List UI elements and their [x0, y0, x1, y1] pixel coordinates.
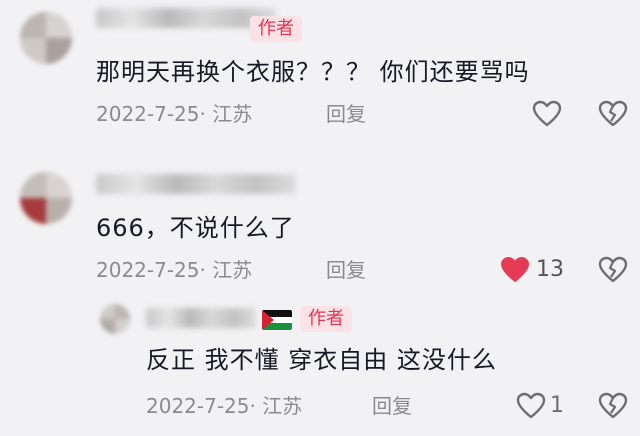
- author-tag: 作者: [300, 306, 352, 332]
- username-redacted[interactable]: [96, 174, 296, 194]
- region: · 江苏: [199, 102, 253, 126]
- comment-date: 2022-7-25· 江苏: [146, 392, 302, 420]
- comment-text: 666，不说什么了: [96, 214, 295, 242]
- comment-item: 666，不说什么了 2022-7-25· 江苏 回复 13: [0, 150, 640, 300]
- username-redacted[interactable]: [146, 308, 256, 328]
- palestine-flag-icon: [262, 310, 292, 330]
- avatar[interactable]: [100, 304, 130, 334]
- avatar[interactable]: [20, 172, 72, 224]
- comment-text: 那明天再换个衣服？？？ 你们还要骂吗: [96, 58, 530, 86]
- like-count: 13: [536, 257, 564, 282]
- reply-button[interactable]: 回复: [372, 392, 412, 420]
- reply-button[interactable]: 回复: [326, 256, 366, 284]
- reply-button[interactable]: 回复: [326, 100, 366, 128]
- author-tag: 作者: [250, 16, 302, 42]
- comment-item: 作者 那明天再换个衣服？？？ 你们还要骂吗 2022-7-25· 江苏 回复: [0, 0, 640, 150]
- region: · 江苏: [249, 394, 303, 418]
- comment-text: 反正 我不懂 穿衣自由 这没什么: [146, 346, 497, 374]
- region: · 江苏: [199, 258, 253, 282]
- heart-outline-icon[interactable]: [516, 392, 546, 420]
- heart-outline-icon[interactable]: [532, 100, 562, 128]
- avatar[interactable]: [20, 12, 72, 64]
- heart-filled-icon[interactable]: [500, 256, 530, 284]
- username-redacted[interactable]: [96, 8, 276, 28]
- broken-heart-icon[interactable]: [598, 100, 628, 128]
- reply-item: 作者 反正 我不懂 穿衣自由 这没什么 2022-7-25· 江苏 回复 1: [0, 300, 640, 436]
- like-count: 1: [550, 393, 564, 418]
- comment-date: 2022-7-25· 江苏: [96, 256, 252, 284]
- date: 2022-7-25: [96, 102, 200, 126]
- date: 2022-7-25: [96, 258, 200, 282]
- date: 2022-7-25: [146, 394, 250, 418]
- comment-list: 作者 那明天再换个衣服？？？ 你们还要骂吗 2022-7-25· 江苏 回复 6…: [0, 0, 640, 436]
- broken-heart-icon[interactable]: [598, 392, 628, 420]
- broken-heart-icon[interactable]: [598, 256, 628, 284]
- comment-date: 2022-7-25· 江苏: [96, 100, 252, 128]
